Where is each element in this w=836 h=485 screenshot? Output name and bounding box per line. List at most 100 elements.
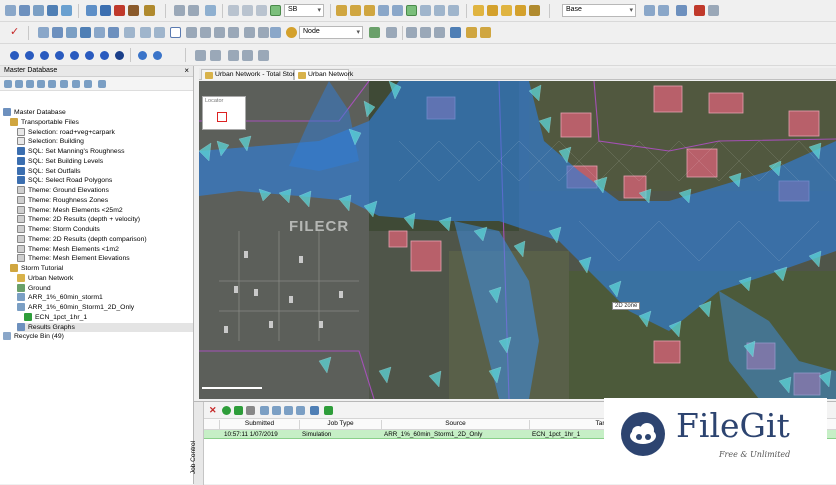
deselect-icon[interactable]: [214, 27, 225, 38]
zoom-extent-icon[interactable]: [473, 5, 484, 16]
sql-tool-icon[interactable]: [37, 80, 45, 88]
tree-item[interactable]: Urban Network: [17, 273, 193, 284]
tree-item[interactable]: Theme: 2D Results (depth + velocity): [17, 215, 193, 225]
help-icon[interactable]: [144, 5, 155, 16]
filter-icon[interactable]: [48, 80, 56, 88]
network-icon[interactable]: [47, 5, 58, 16]
lasso-icon[interactable]: [258, 27, 269, 38]
select-all-icon[interactable]: [228, 27, 239, 38]
table-icon[interactable]: [100, 5, 111, 16]
layer-up-icon[interactable]: [350, 5, 361, 16]
tree-item[interactable]: Theme: Storm Conduits: [17, 225, 193, 235]
column-job-type[interactable]: Job Type: [300, 420, 382, 430]
zoom-in-icon[interactable]: [420, 27, 431, 38]
report-icon[interactable]: [694, 5, 705, 16]
tree-item[interactable]: Theme: Mesh Elements <25m2: [17, 205, 193, 216]
tree-item[interactable]: Theme: Roughness Zones: [17, 195, 193, 206]
pan-icon[interactable]: [501, 5, 512, 16]
tree-item[interactable]: Selection: road+veg+carpark: [17, 127, 193, 138]
polygon-icon[interactable]: [80, 27, 91, 38]
grid-settings-icon[interactable]: [658, 5, 669, 16]
scale-icon[interactable]: [195, 50, 206, 61]
subcatchment-icon[interactable]: [66, 27, 77, 38]
layout-icon[interactable]: [448, 5, 459, 16]
copy-icon[interactable]: [205, 5, 216, 16]
tree-item[interactable]: Theme: Mesh Element Elevations: [17, 254, 193, 264]
graph-tool-icon[interactable]: [140, 27, 151, 38]
play-icon[interactable]: [70, 51, 79, 60]
split-icon[interactable]: [242, 50, 253, 61]
tab-total-storage[interactable]: Urban Network - Total Storage: [201, 69, 306, 80]
tree-item[interactable]: ECN_1pct_1hr_1: [24, 312, 193, 323]
window-icon[interactable]: [434, 5, 445, 16]
locator-inset[interactable]: Locator: [202, 96, 246, 130]
print-icon[interactable]: [529, 5, 540, 16]
node-icon[interactable]: [38, 27, 49, 38]
cancel-job-icon[interactable]: ✕: [209, 405, 217, 416]
tracer-icon[interactable]: [369, 27, 380, 38]
priority-down-icon[interactable]: [272, 406, 281, 415]
results-icon[interactable]: [124, 27, 135, 38]
job-control-sidebar[interactable]: Job Control: [190, 402, 204, 485]
cut-icon[interactable]: [228, 5, 239, 16]
tree-item[interactable]: SQL: Set Outfalls: [17, 166, 193, 177]
tree-item[interactable]: ARR_1%_60min_storm1: [17, 293, 193, 303]
pause-icon[interactable]: [246, 406, 255, 415]
fast-forward-icon[interactable]: [100, 51, 109, 60]
properties-icon[interactable]: [378, 5, 389, 16]
layer-icon[interactable]: [336, 5, 347, 16]
play-back-icon[interactable]: [40, 51, 49, 60]
close-icon[interactable]: ×: [184, 66, 189, 75]
move-icon[interactable]: [296, 406, 305, 415]
info-icon[interactable]: [138, 51, 147, 60]
tree-item[interactable]: Theme: Ground Elevations: [17, 186, 193, 196]
link-icon[interactable]: [52, 27, 63, 38]
select-poly-icon[interactable]: [200, 27, 211, 38]
sort-jobs-icon[interactable]: [310, 406, 319, 415]
north-arrow-icon[interactable]: [228, 50, 239, 61]
database-icon[interactable]: [86, 5, 97, 16]
measure-icon[interactable]: [270, 27, 281, 38]
resume-icon[interactable]: [234, 406, 243, 415]
legend-icon[interactable]: [210, 50, 221, 61]
lock-icon[interactable]: [480, 27, 491, 38]
tree-item[interactable]: Results Graphs: [17, 322, 193, 333]
connector-icon[interactable]: [258, 50, 269, 61]
selection-combo[interactable]: SB ▾: [284, 4, 324, 17]
hand-icon[interactable]: [386, 27, 397, 38]
refresh-jobs-icon[interactable]: [324, 406, 333, 415]
pointer-icon[interactable]: [170, 27, 181, 38]
select-box-icon[interactable]: [186, 27, 197, 38]
up-icon[interactable]: [4, 80, 12, 88]
layer-combo[interactable]: Base ▾: [562, 4, 636, 17]
layer-down-icon[interactable]: [364, 5, 375, 16]
collapse-icon[interactable]: [98, 80, 106, 88]
find-icon[interactable]: [392, 5, 403, 16]
undo-icon[interactable]: [174, 5, 185, 16]
time-icon[interactable]: [153, 51, 162, 60]
step-forward-icon[interactable]: [85, 51, 94, 60]
sort-icon[interactable]: [60, 80, 68, 88]
paste-icon[interactable]: [242, 5, 253, 16]
refresh-icon[interactable]: [15, 80, 23, 88]
bookmark-icon[interactable]: [515, 5, 526, 16]
expand-icon[interactable]: [84, 80, 92, 88]
object-type-combo[interactable]: Node ▾: [299, 26, 363, 39]
tree-item[interactable]: SQL: Select Road Polygons: [17, 176, 193, 186]
locator-extent-box[interactable]: [217, 112, 227, 122]
log-icon[interactable]: [284, 406, 293, 415]
priority-up-icon[interactable]: [260, 406, 269, 415]
globe-icon[interactable]: [450, 27, 461, 38]
new-icon[interactable]: [5, 5, 16, 16]
new-item-icon[interactable]: [26, 80, 34, 88]
column-submitted[interactable]: Submitted: [220, 420, 300, 430]
profile-icon[interactable]: [154, 27, 165, 38]
pan-hand-icon[interactable]: [406, 27, 417, 38]
chart-icon[interactable]: [676, 5, 687, 16]
pen-icon[interactable]: [270, 5, 281, 16]
tree-item[interactable]: Master Database: [3, 108, 193, 118]
end-icon[interactable]: [115, 51, 124, 60]
step-back-icon[interactable]: [25, 51, 34, 60]
redo-icon[interactable]: [188, 5, 199, 16]
mesh-icon[interactable]: [94, 27, 105, 38]
